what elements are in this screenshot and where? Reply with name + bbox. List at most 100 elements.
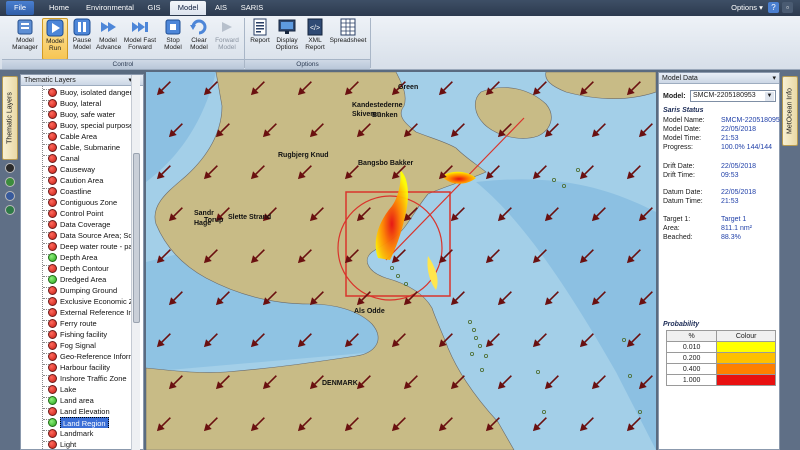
tab-gis[interactable]: GIS: [142, 1, 166, 15]
layer-off-icon[interactable]: [48, 88, 57, 97]
layer-off-icon[interactable]: [48, 429, 57, 438]
help-icon[interactable]: ?: [768, 2, 779, 13]
status-row: Progress: 100.0% 144/144: [663, 143, 772, 152]
layer-on-icon[interactable]: [48, 396, 57, 405]
model-select[interactable]: SMCM-2205180953 ▼: [690, 90, 776, 102]
place-label: DENMARK: [322, 380, 358, 387]
pause-icon: [72, 18, 92, 36]
model-run-button[interactable]: Model Run: [42, 18, 68, 60]
report-button[interactable]: Report: [248, 18, 272, 60]
tab-environmental[interactable]: Environmental: [82, 1, 138, 15]
layer-off-icon[interactable]: [48, 198, 57, 207]
pause-model-button[interactable]: Pause Model: [70, 18, 94, 60]
tab-file[interactable]: File: [6, 1, 34, 15]
panel-header: Model Data ▾: [659, 73, 779, 84]
status-row: Datum Date: 22/05/2018: [663, 188, 756, 197]
layer-off-icon[interactable]: [48, 363, 57, 372]
chart-canvas[interactable]: [146, 72, 656, 450]
layer-off-icon[interactable]: [48, 319, 57, 328]
layer-off-icon[interactable]: [48, 352, 57, 361]
layer-off-icon[interactable]: [48, 132, 57, 141]
layer-off-icon[interactable]: [48, 242, 57, 251]
layer-off-icon[interactable]: [48, 440, 57, 449]
probability-value: 1.000: [665, 374, 718, 386]
model-manager-button[interactable]: Model Manager: [10, 18, 40, 60]
status-key: Drift Time:: [663, 172, 695, 179]
status-value: 88.3%: [721, 234, 741, 241]
model-manager-icon: [15, 18, 35, 36]
tab-saris[interactable]: SARIS: [238, 1, 266, 15]
layer-off-icon[interactable]: [48, 286, 57, 295]
xml-report-button[interactable]: </> XML Report: [302, 18, 328, 60]
layer-label: Land area: [60, 396, 94, 405]
layer-off-icon[interactable]: [48, 385, 57, 394]
layer-label: Canal: [60, 154, 80, 163]
tab-metocean-info[interactable]: MetOcean Info: [782, 76, 798, 146]
status-key: Drift Date:: [663, 163, 695, 170]
layer-off-icon[interactable]: [48, 231, 57, 240]
chevron-down-icon[interactable]: ▼: [765, 92, 774, 101]
table-row: 0.400: [665, 363, 776, 375]
layers-dock-icon[interactable]: [5, 163, 15, 173]
layer-off-icon[interactable]: [48, 165, 57, 174]
layer-off-icon[interactable]: [48, 330, 57, 339]
layer-label: Geo-Reference Inform: [60, 352, 135, 361]
layer-label: Buoy, isolated danger: [60, 88, 132, 97]
pin-icon[interactable]: ▾: [772, 73, 776, 84]
layer-off-icon[interactable]: [48, 220, 57, 229]
place-label: Slette Strand: [228, 214, 272, 221]
layer-label: Light: [60, 440, 77, 449]
model-fast-forward-button[interactable]: Model Fast Forward: [122, 18, 158, 60]
layer-off-icon[interactable]: [48, 187, 57, 196]
layer-off-icon[interactable]: [48, 121, 57, 130]
layer-off-icon[interactable]: [48, 143, 57, 152]
spreadsheet-button[interactable]: Spreadsheet: [329, 18, 367, 60]
table-row: 1.000: [665, 374, 776, 386]
layer-label: Coastline: [60, 187, 92, 196]
layer-off-icon[interactable]: [48, 374, 57, 383]
target-icon[interactable]: [5, 205, 15, 215]
layer-off-icon[interactable]: [48, 297, 57, 306]
report-icon: [250, 18, 270, 36]
status-row: Model Name: SMCM-220518095: [663, 116, 780, 125]
restore-icon[interactable]: ▫: [782, 2, 793, 13]
layer-off-icon[interactable]: [48, 407, 57, 416]
clear-model-button[interactable]: Clear Model: [186, 18, 212, 60]
model-label: Model:: [663, 93, 686, 100]
layer-off-icon[interactable]: [48, 341, 57, 350]
layer-off-icon[interactable]: [48, 154, 57, 163]
table-row: 0.200: [665, 352, 776, 364]
layer-off-icon[interactable]: [48, 176, 57, 185]
layer-on-icon[interactable]: [48, 418, 57, 427]
forward-model-button[interactable]: Forward Model: [212, 18, 242, 60]
layer-off-icon[interactable]: [48, 308, 57, 317]
layer-label: Inshore Traffic Zone: [60, 374, 127, 383]
tab-model[interactable]: Model: [170, 1, 206, 15]
globe-icon[interactable]: [5, 177, 15, 187]
status-row: Model Date: 22/05/2018: [663, 125, 756, 134]
chart-icon[interactable]: [5, 191, 15, 201]
tab-home[interactable]: Home: [42, 1, 76, 15]
tab-ais[interactable]: AIS: [210, 1, 232, 15]
model-advance-button[interactable]: Model Advance: [96, 18, 121, 60]
advance-icon: [98, 18, 118, 36]
layer-off-icon[interactable]: [48, 264, 57, 273]
display-options-button[interactable]: Display Options: [273, 18, 301, 60]
layer-off-icon[interactable]: [48, 110, 57, 119]
layer-label: Data Source Area; Sou: [60, 231, 137, 240]
layer-off-icon[interactable]: [48, 209, 57, 218]
status-key: Progress:: [663, 144, 693, 151]
layers-scrollbar[interactable]: [131, 75, 140, 450]
status-value: SMCM-220518095: [721, 117, 780, 124]
layer-on-icon[interactable]: [48, 275, 57, 284]
layer-on-icon[interactable]: [48, 253, 57, 262]
panel-header: Thematic Layers ▾ ✕: [21, 75, 143, 86]
layer-off-icon[interactable]: [48, 99, 57, 108]
scrollbar-thumb[interactable]: [133, 153, 140, 323]
tab-thematic-layers-dock[interactable]: Thematic Layers: [2, 76, 18, 160]
stop-model-button[interactable]: Stop Model: [160, 18, 186, 60]
map-view[interactable]: Green Kandestederne Skiveren Bunken Rugb…: [146, 72, 656, 450]
layer-label: Exclusive Economic Zo: [60, 297, 138, 306]
status-value: 22/05/2018: [721, 126, 757, 133]
options-menu[interactable]: Options ▾: [728, 1, 766, 15]
